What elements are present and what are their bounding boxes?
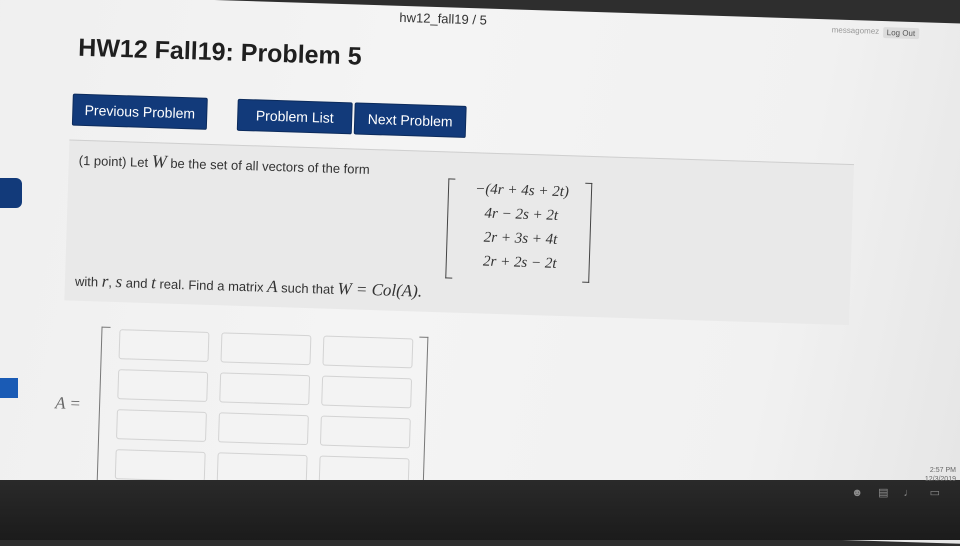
problem-statement: (1 point) Let W be the set of all vector…	[64, 139, 855, 326]
matrix-input[interactable]	[219, 372, 311, 406]
matrix-right-bracket	[414, 336, 429, 504]
problem-intro: (1 point) Let W be the set of all vector…	[78, 149, 370, 179]
with-text: with	[74, 273, 99, 290]
intro-text: be the set of all vectors of the form	[170, 155, 370, 177]
comma-text: ,	[108, 274, 113, 290]
matrix-input[interactable]	[319, 415, 411, 449]
previous-problem-button[interactable]: Previous Problem	[71, 93, 208, 130]
matrix-input[interactable]	[116, 409, 207, 442]
vector-row: −(4r + 4s + 2t)	[474, 181, 570, 201]
find-text: real. Find a matrix	[159, 276, 264, 295]
matrix-input[interactable]	[118, 329, 210, 362]
matrix-input[interactable]	[321, 375, 413, 409]
battery-icon[interactable]: ▭	[930, 487, 946, 499]
network-icon[interactable]: ▤	[878, 487, 894, 499]
clock-time: 2:57 PM	[929, 467, 956, 474]
logout-button[interactable]: Log Out	[882, 27, 920, 40]
clock: 2:57 PM 12/3/2019	[925, 466, 956, 484]
problem-question: with r, s and t real. Find a matrix A su…	[75, 271, 423, 302]
clock-date: 12/3/2019	[924, 476, 956, 483]
taskbar: 2:57 PM 12/3/2019 ☻ ▤ ♩ ▭	[0, 467, 960, 540]
left-bracket	[445, 178, 456, 279]
user-icon[interactable]: ☻	[851, 487, 869, 499]
equation: W = Col(A).	[337, 279, 423, 301]
matrix-input[interactable]	[322, 335, 414, 369]
matrix-left-bracket	[96, 326, 111, 494]
matrix-input[interactable]	[117, 369, 209, 402]
vector-row: 2r + 2s − 2t	[482, 253, 557, 272]
sidebar-tab[interactable]	[0, 178, 22, 208]
username: messagomez	[831, 25, 880, 36]
vector-row: 4r − 2s + 2t	[484, 205, 559, 224]
answer-label: A =	[54, 393, 82, 413]
breadcrumb[interactable]: hw12_fall19 / 5	[399, 10, 487, 28]
var-t: t	[150, 273, 157, 293]
and-text: and	[125, 275, 148, 292]
points-text: (1 point) Let	[78, 152, 149, 170]
var-a: A	[266, 276, 278, 297]
next-problem-button[interactable]: Next Problem	[353, 102, 467, 138]
volume-icon[interactable]: ♩	[904, 487, 921, 499]
var-s: s	[115, 272, 123, 292]
matrix-input[interactable]	[217, 412, 309, 446]
sidebar-tab[interactable]	[0, 378, 18, 398]
problem-list-button[interactable]: Problem List	[236, 98, 353, 135]
vector-form: −(4r + 4s + 2t) 4r − 2s + 2t 2r + 3s + 4…	[445, 178, 593, 283]
matrix-input[interactable]	[114, 449, 206, 482]
var-w: W	[151, 151, 168, 172]
page-title: HW12 Fall19: Problem 5	[77, 33, 363, 71]
matrix-input[interactable]	[220, 332, 312, 366]
browser-screen: hw12_fall19 / 5 messagomez Log Out HW12 …	[0, 0, 960, 546]
such-text: such that	[280, 280, 335, 297]
vector-row: 2r + 3s + 4t	[483, 229, 558, 248]
system-tray: ☻ ▤ ♩ ▭	[851, 486, 946, 499]
